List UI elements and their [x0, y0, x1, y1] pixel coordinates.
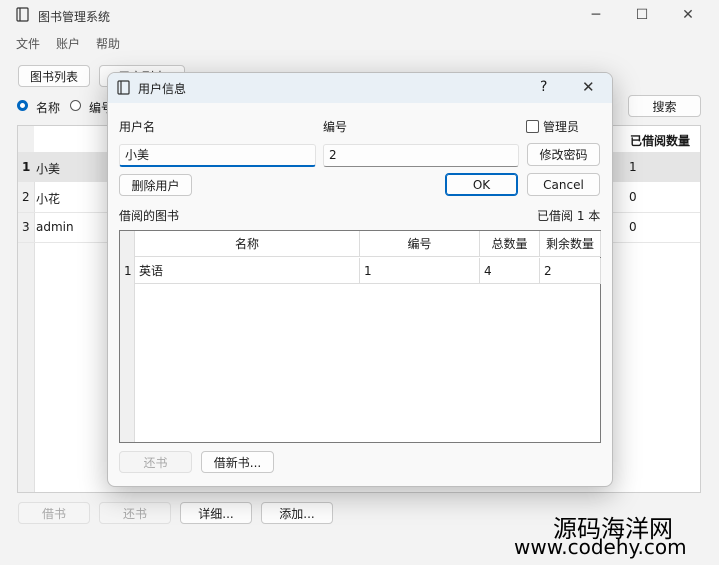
change-password-button[interactable]: 修改密码	[527, 143, 600, 166]
row-header-column	[120, 231, 135, 442]
delete-user-button[interactable]: 删除用户	[119, 174, 192, 196]
username-label: 用户名	[119, 120, 156, 134]
borrowed-books-label: 借阅的图书	[119, 209, 180, 223]
detail-button[interactable]: 详细...	[180, 502, 252, 524]
row-index: 2	[22, 190, 30, 204]
loan-name[interactable]: 英语	[135, 258, 360, 284]
header-borrowed-count: 已借阅数量	[630, 134, 691, 148]
loan-id[interactable]: 1	[360, 258, 480, 284]
borrow-button[interactable]: 借书	[18, 502, 90, 524]
menu-help[interactable]: 帮助	[96, 35, 120, 52]
menu-file[interactable]: 文件	[16, 35, 40, 52]
admin-checkbox[interactable]	[526, 120, 539, 133]
search-option-name: 名称	[36, 101, 61, 115]
header-total: 总数量	[480, 231, 540, 257]
borrowed-count: 已借阅 1 本	[537, 209, 601, 223]
username-input[interactable]: 小美	[119, 144, 316, 167]
dialog-title: 用户信息	[138, 82, 187, 96]
row-index: 1	[124, 264, 132, 278]
row-count: 0	[629, 190, 637, 204]
header-remaining: 剩余数量	[540, 231, 601, 257]
help-icon[interactable]: ?	[540, 79, 547, 95]
book-icon	[117, 80, 130, 95]
main-title-bar: 图书管理系统 ─ ☐ ✕	[0, 0, 719, 30]
ok-button[interactable]: OK	[445, 173, 518, 196]
borrow-new-book-button[interactable]: 借新书...	[201, 451, 274, 473]
user-info-dialog: 用户信息 ? ✕ 用户名 编号 管理员 小美 2 修改密码 删除用户 OK Ca…	[107, 72, 613, 487]
admin-label: 管理员	[543, 120, 580, 134]
row-count: 0	[629, 220, 637, 234]
return-button[interactable]: 还书	[99, 502, 171, 524]
close-icon[interactable]: ✕	[582, 78, 595, 96]
row-count: 1	[629, 160, 637, 174]
close-icon[interactable]: ✕	[680, 7, 696, 23]
id-input[interactable]: 2	[323, 144, 519, 167]
header-id: 编号	[360, 231, 480, 257]
id-label: 编号	[323, 120, 348, 134]
return-book-button[interactable]: 还书	[119, 451, 192, 473]
search-radio-id[interactable]	[70, 100, 81, 111]
dialog-title-bar: 用户信息 ? ✕	[108, 73, 612, 103]
header-name: 名称	[135, 231, 360, 257]
loan-total[interactable]: 4	[480, 258, 540, 284]
book-icon	[16, 7, 29, 22]
maximize-icon[interactable]: ☐	[634, 7, 650, 23]
borrowed-books-table[interactable]: 名称 编号 总数量 剩余数量 1 英语 1 4 2	[119, 230, 601, 443]
cancel-button[interactable]: Cancel	[527, 173, 600, 196]
tab-book-list[interactable]: 图书列表	[18, 65, 90, 87]
menu-account[interactable]: 账户	[56, 35, 80, 52]
search-radio-name[interactable]	[17, 100, 28, 111]
minimize-icon[interactable]: ─	[588, 7, 604, 23]
row-index: 3	[22, 220, 30, 234]
row-name: 小美	[36, 162, 61, 176]
watermark-url: www.codehy.com	[514, 535, 687, 559]
row-name: admin	[36, 220, 74, 234]
loan-remaining[interactable]: 2	[540, 258, 601, 284]
row-index: 1	[22, 160, 31, 174]
add-button[interactable]: 添加...	[261, 502, 333, 524]
row-name: 小花	[36, 192, 61, 206]
window-title: 图书管理系统	[38, 10, 111, 24]
search-button[interactable]: 搜索	[628, 95, 701, 117]
